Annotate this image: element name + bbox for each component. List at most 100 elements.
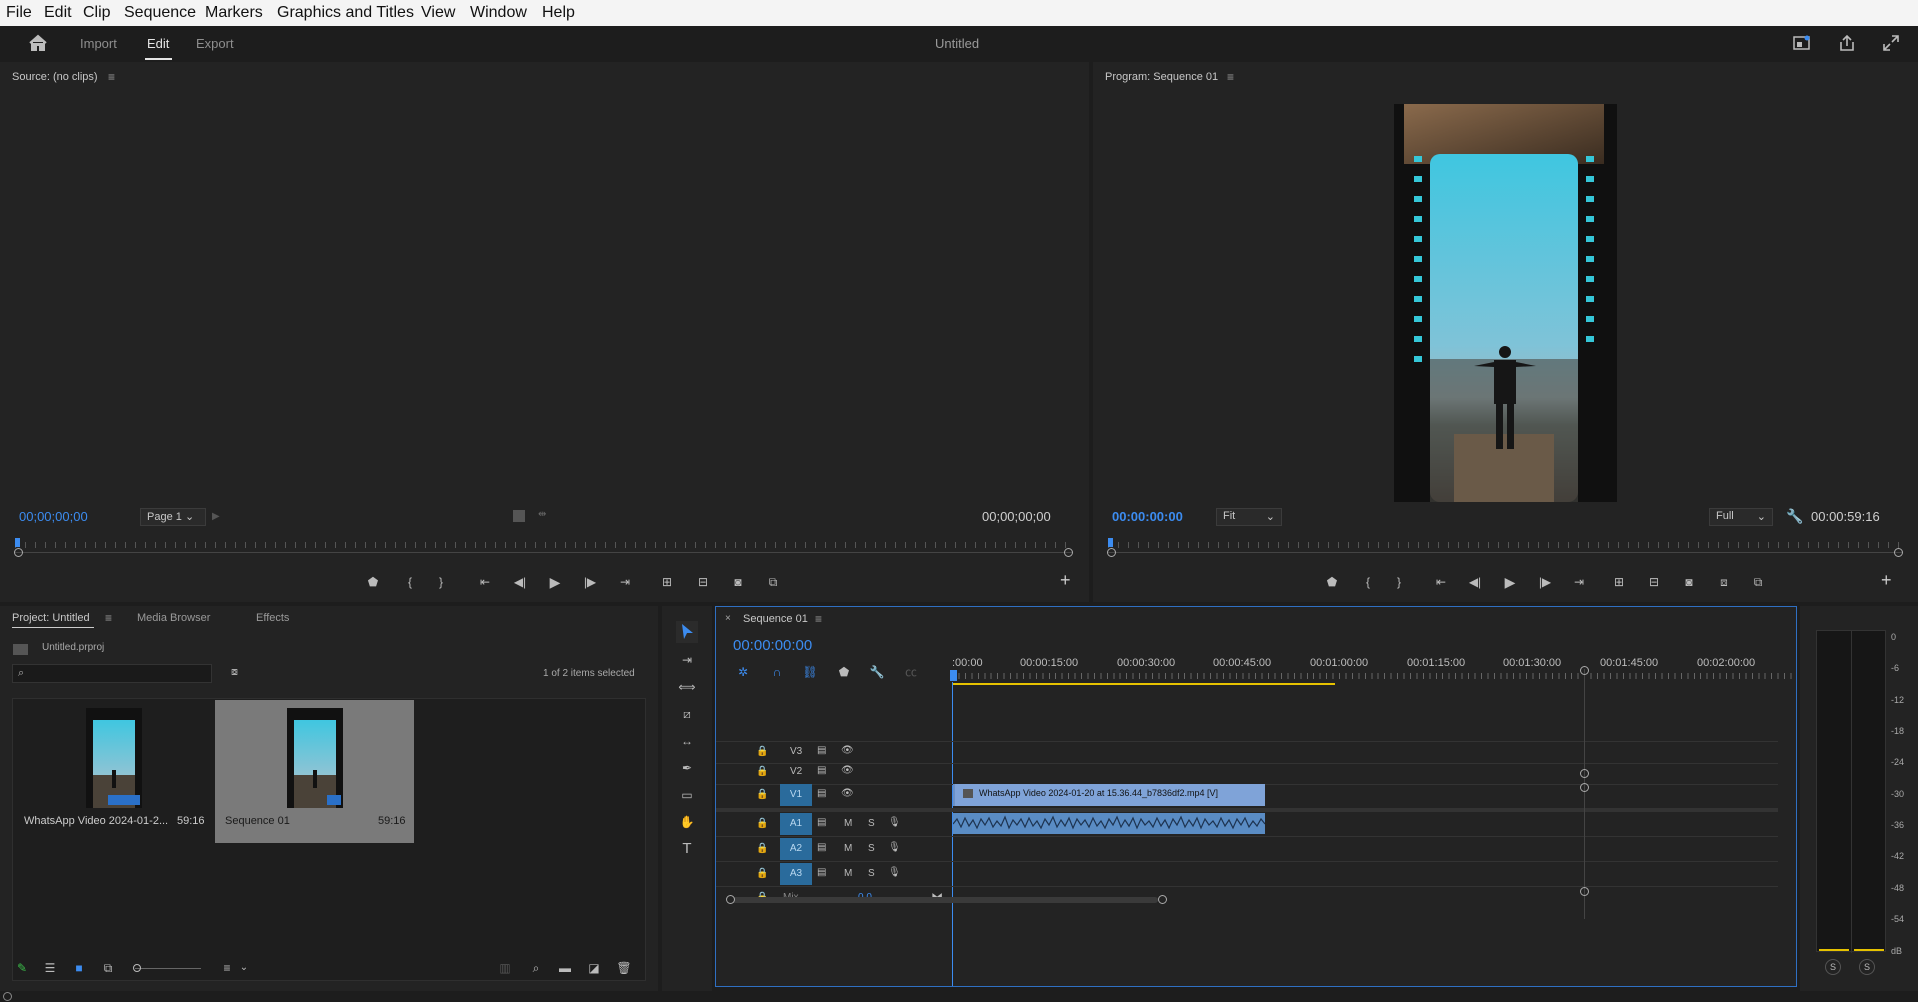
tab-import[interactable]: Import xyxy=(80,36,117,51)
rectangle-tool-icon[interactable]: ▭ xyxy=(677,785,697,805)
sync-lock-icon[interactable]: ▤ xyxy=(817,765,826,776)
mark-out-icon[interactable]: } xyxy=(1389,572,1409,592)
source-menu-icon[interactable]: ≡ xyxy=(108,70,115,84)
play-arrow-icon[interactable]: ▶ xyxy=(212,511,220,522)
playhead-handle[interactable] xyxy=(950,670,957,681)
program-timecode[interactable]: 00:00:00:00 xyxy=(1112,509,1183,524)
drag-video-icon[interactable]: ⇹ xyxy=(538,509,546,520)
lift-icon[interactable]: ⊞ xyxy=(1609,572,1629,592)
program-playhead[interactable] xyxy=(1108,538,1113,547)
timeline-vertical-scroll[interactable] xyxy=(1584,669,1585,919)
scroll-handle-mid[interactable] xyxy=(1580,769,1589,778)
zoom-slider[interactable] xyxy=(135,968,201,969)
project-search-input[interactable] xyxy=(33,666,208,681)
pen-tool-icon[interactable]: ✒ xyxy=(677,758,697,778)
pencil-icon[interactable]: ✎ xyxy=(12,958,32,978)
nest-icon[interactable]: ✲ xyxy=(733,662,753,682)
mute-button[interactable]: M xyxy=(844,868,852,879)
a1-target-toggle[interactable]: A1 xyxy=(780,813,812,835)
sync-lock-icon[interactable]: ▤ xyxy=(817,842,826,853)
step-forward-icon[interactable]: |▶ xyxy=(1535,572,1555,592)
timeline-timecode[interactable]: 00:00:00:00 xyxy=(733,637,812,654)
scroll-handle-top[interactable] xyxy=(1580,666,1589,675)
chevron-down-icon[interactable]: ⌄ xyxy=(234,958,254,978)
v1-target-toggle[interactable]: V1 xyxy=(780,784,812,806)
scroll-handle-bottom[interactable] xyxy=(1580,887,1589,896)
track-select-tool-icon[interactable]: ⇥ xyxy=(677,650,697,670)
project-item-selected[interactable]: Sequence 01 59:16 xyxy=(215,700,414,843)
icon-view-icon[interactable]: ■ xyxy=(69,958,89,978)
lock-icon[interactable]: 🔒 xyxy=(756,789,768,800)
a3-target-toggle[interactable]: A3 xyxy=(780,863,812,885)
program-zoom-dropdown[interactable]: Fit ⌄ xyxy=(1216,508,1282,526)
microphone-icon[interactable]: 🎙 xyxy=(888,842,901,853)
menu-markers[interactable]: Markers xyxy=(205,4,263,22)
eye-icon[interactable]: 👁 xyxy=(841,765,854,776)
menu-view[interactable]: View xyxy=(421,4,455,22)
menu-help[interactable]: Help xyxy=(542,4,575,22)
menu-sequence[interactable]: Sequence xyxy=(124,4,196,22)
hscroll-handle-right[interactable] xyxy=(1158,895,1167,904)
project-menu-icon[interactable]: ≡ xyxy=(105,611,112,625)
play-icon[interactable]: ▶ xyxy=(1500,572,1520,592)
automate-to-sequence-icon[interactable]: ▥ xyxy=(495,958,515,978)
menu-file[interactable]: File xyxy=(6,4,32,22)
lock-icon[interactable]: 🔒 xyxy=(756,766,768,777)
linked-selection-icon[interactable]: ⛓ xyxy=(800,662,820,682)
add-marker-icon[interactable]: ⬟ xyxy=(1322,572,1342,592)
type-tool-icon[interactable]: T xyxy=(677,839,697,859)
fullscreen-icon[interactable] xyxy=(1882,34,1900,52)
sync-lock-icon[interactable]: ▤ xyxy=(817,867,826,878)
source-timecode-in[interactable]: 00;00;00;00 xyxy=(19,509,88,524)
zoom-slider-handle[interactable] xyxy=(133,964,141,972)
meter-solo-right-button[interactable]: S xyxy=(1859,959,1875,975)
audio-meter[interactable] xyxy=(1816,630,1886,953)
mark-in-icon[interactable]: { xyxy=(400,572,420,592)
solo-button[interactable]: S xyxy=(868,818,875,829)
menu-graphics-and-titles[interactable]: Graphics and Titles xyxy=(277,4,414,22)
timeline-menu-icon[interactable]: ≡ xyxy=(815,612,822,626)
project-item[interactable]: WhatsApp Video 2024-01-2... 59:16 xyxy=(14,700,213,843)
source-add-button-icon[interactable]: + xyxy=(1060,570,1071,591)
export-frame-icon[interactable]: ◙ xyxy=(1679,572,1699,592)
video-clip[interactable]: WhatsApp Video 2024-01-20 at 15.36.44_b7… xyxy=(953,784,1265,806)
work-area-bar[interactable] xyxy=(952,683,1335,685)
scroll-handle-mid-2[interactable] xyxy=(1580,783,1589,792)
program-add-button-icon[interactable]: + xyxy=(1881,570,1892,591)
a2-target-toggle[interactable]: A2 xyxy=(780,838,812,860)
new-bin-icon[interactable]: ▬ xyxy=(555,958,575,978)
close-icon[interactable]: × xyxy=(725,613,731,624)
go-to-in-icon[interactable]: ⇤ xyxy=(1431,572,1451,592)
menu-edit[interactable]: Edit xyxy=(44,4,72,22)
eye-icon[interactable]: 👁 xyxy=(841,788,854,799)
export-frame-icon[interactable]: ◙ xyxy=(728,572,748,592)
selection-tool-icon[interactable] xyxy=(676,621,698,643)
sequence-tab[interactable]: Sequence 01 xyxy=(743,613,808,625)
workspaces-icon[interactable] xyxy=(1793,35,1811,51)
button-editor-icon[interactable]: ⧉ xyxy=(763,572,783,592)
comparison-view-icon[interactable]: ⧈ xyxy=(1714,572,1734,592)
program-panel-title[interactable]: Program: Sequence 01 xyxy=(1105,71,1218,83)
safe-margins-icon[interactable] xyxy=(513,510,525,522)
step-back-icon[interactable]: ◀| xyxy=(510,572,530,592)
eye-icon[interactable]: 👁 xyxy=(841,745,854,756)
tab-project[interactable]: Project: Untitled xyxy=(12,612,90,624)
lock-icon[interactable]: 🔒 xyxy=(756,818,768,829)
go-to-out-icon[interactable]: ⇥ xyxy=(1569,572,1589,592)
list-view-icon[interactable]: ☰ xyxy=(40,958,60,978)
step-back-icon[interactable]: ◀| xyxy=(1465,572,1485,592)
home-icon[interactable] xyxy=(28,34,48,52)
sync-lock-icon[interactable]: ▤ xyxy=(817,788,826,799)
source-playhead[interactable] xyxy=(15,538,20,547)
playback-resolution-dropdown[interactable]: Full ⌄ xyxy=(1709,508,1773,526)
timeline-ruler[interactable]: :00:00 00:00:15:00 00:00:30:00 00:00:45:… xyxy=(950,651,1792,687)
captions-icon[interactable]: ㏄ xyxy=(901,662,921,682)
add-marker-icon[interactable]: ⬟ xyxy=(834,662,854,682)
microphone-icon[interactable]: 🎙 xyxy=(888,817,901,828)
mark-in-icon[interactable]: { xyxy=(1358,572,1378,592)
overwrite-icon[interactable]: ⊟ xyxy=(693,572,713,592)
insert-icon[interactable]: ⊞ xyxy=(657,572,677,592)
audio-clip[interactable] xyxy=(953,813,1265,834)
tab-effects[interactable]: Effects xyxy=(256,612,289,624)
source-time-ruler[interactable] xyxy=(14,538,1073,558)
